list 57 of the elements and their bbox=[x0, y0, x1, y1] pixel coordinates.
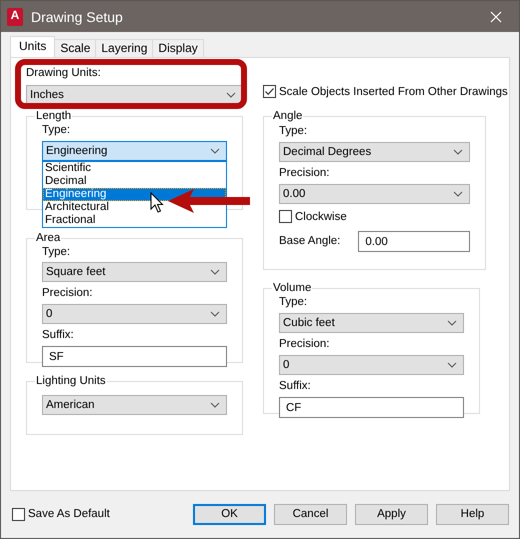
dropdown-option[interactable]: Scientific bbox=[43, 162, 226, 175]
dropdown-option[interactable]: Fractional bbox=[43, 214, 226, 227]
chevron-down-icon bbox=[447, 320, 457, 326]
field-label: Type: bbox=[279, 124, 308, 139]
dialog-button[interactable]: Cancel bbox=[274, 504, 347, 524]
chevron-down-icon bbox=[210, 269, 220, 275]
window-title: Drawing Setup bbox=[31, 8, 124, 24]
field-label: Precision: bbox=[279, 166, 330, 181]
field-label: Drawing Units: bbox=[26, 66, 102, 81]
chevron-down-icon bbox=[226, 92, 236, 98]
dropdown[interactable]: 0 bbox=[42, 304, 227, 324]
group-title: Area bbox=[35, 232, 62, 244]
tab[interactable]: Layering bbox=[95, 39, 154, 57]
dropdown-option[interactable]: Decimal bbox=[43, 175, 226, 188]
tab[interactable]: Display bbox=[152, 39, 204, 57]
cursor-icon bbox=[150, 192, 164, 214]
close-icon bbox=[490, 10, 502, 22]
dropdown[interactable]: 0.00 bbox=[279, 184, 470, 204]
field-label: Precision: bbox=[279, 337, 330, 352]
chevron-down-icon bbox=[210, 402, 220, 408]
field-label: Suffix: bbox=[42, 328, 75, 343]
chevron-down-icon bbox=[447, 362, 457, 368]
dropdown[interactable]: Square feet bbox=[42, 262, 227, 282]
dropdown[interactable]: Engineering bbox=[42, 141, 227, 161]
chevron-down-icon bbox=[453, 149, 464, 155]
field-label: Type: bbox=[279, 295, 308, 310]
dialog-button[interactable]: OK bbox=[193, 504, 266, 524]
group-title: Angle bbox=[272, 110, 304, 122]
dropdown[interactable]: 0 bbox=[279, 355, 464, 375]
dropdown[interactable]: Decimal Degrees bbox=[279, 142, 470, 162]
chevron-down-icon bbox=[453, 191, 464, 197]
dialog-button[interactable]: Help bbox=[436, 504, 509, 524]
base-angle-field[interactable]: 0.00 bbox=[358, 231, 470, 252]
suffix-field[interactable]: SF bbox=[42, 346, 227, 367]
checkbox-label: Save As Default bbox=[28, 508, 110, 520]
checkbox[interactable] bbox=[263, 85, 276, 98]
field-label: Precision: bbox=[42, 286, 94, 301]
group-title: Volume bbox=[272, 282, 312, 294]
field-label: Type: bbox=[42, 123, 72, 138]
check-icon bbox=[264, 86, 275, 97]
dropdown[interactable]: Cubic feet bbox=[279, 313, 464, 333]
chevron-down-icon bbox=[210, 311, 220, 317]
checkbox-label: Scale Objects Inserted From Other Drawings bbox=[279, 86, 508, 98]
chevron-down-icon bbox=[210, 148, 220, 154]
checkbox-label: Clockwise bbox=[295, 210, 347, 222]
checkbox[interactable] bbox=[12, 508, 25, 520]
field-label: Base Angle: bbox=[279, 234, 340, 249]
field-label: Type: bbox=[42, 245, 72, 260]
field-label: Suffix: bbox=[279, 379, 312, 394]
group-title: Lighting Units bbox=[35, 375, 107, 387]
suffix-field[interactable]: CF bbox=[279, 397, 464, 418]
group-title: Length bbox=[35, 110, 72, 122]
dialog-button[interactable]: Apply bbox=[355, 504, 428, 524]
tab[interactable]: Units bbox=[10, 36, 56, 57]
checkbox[interactable] bbox=[279, 210, 292, 223]
dropdown[interactable]: American bbox=[42, 395, 227, 415]
app-icon: A bbox=[7, 8, 23, 26]
